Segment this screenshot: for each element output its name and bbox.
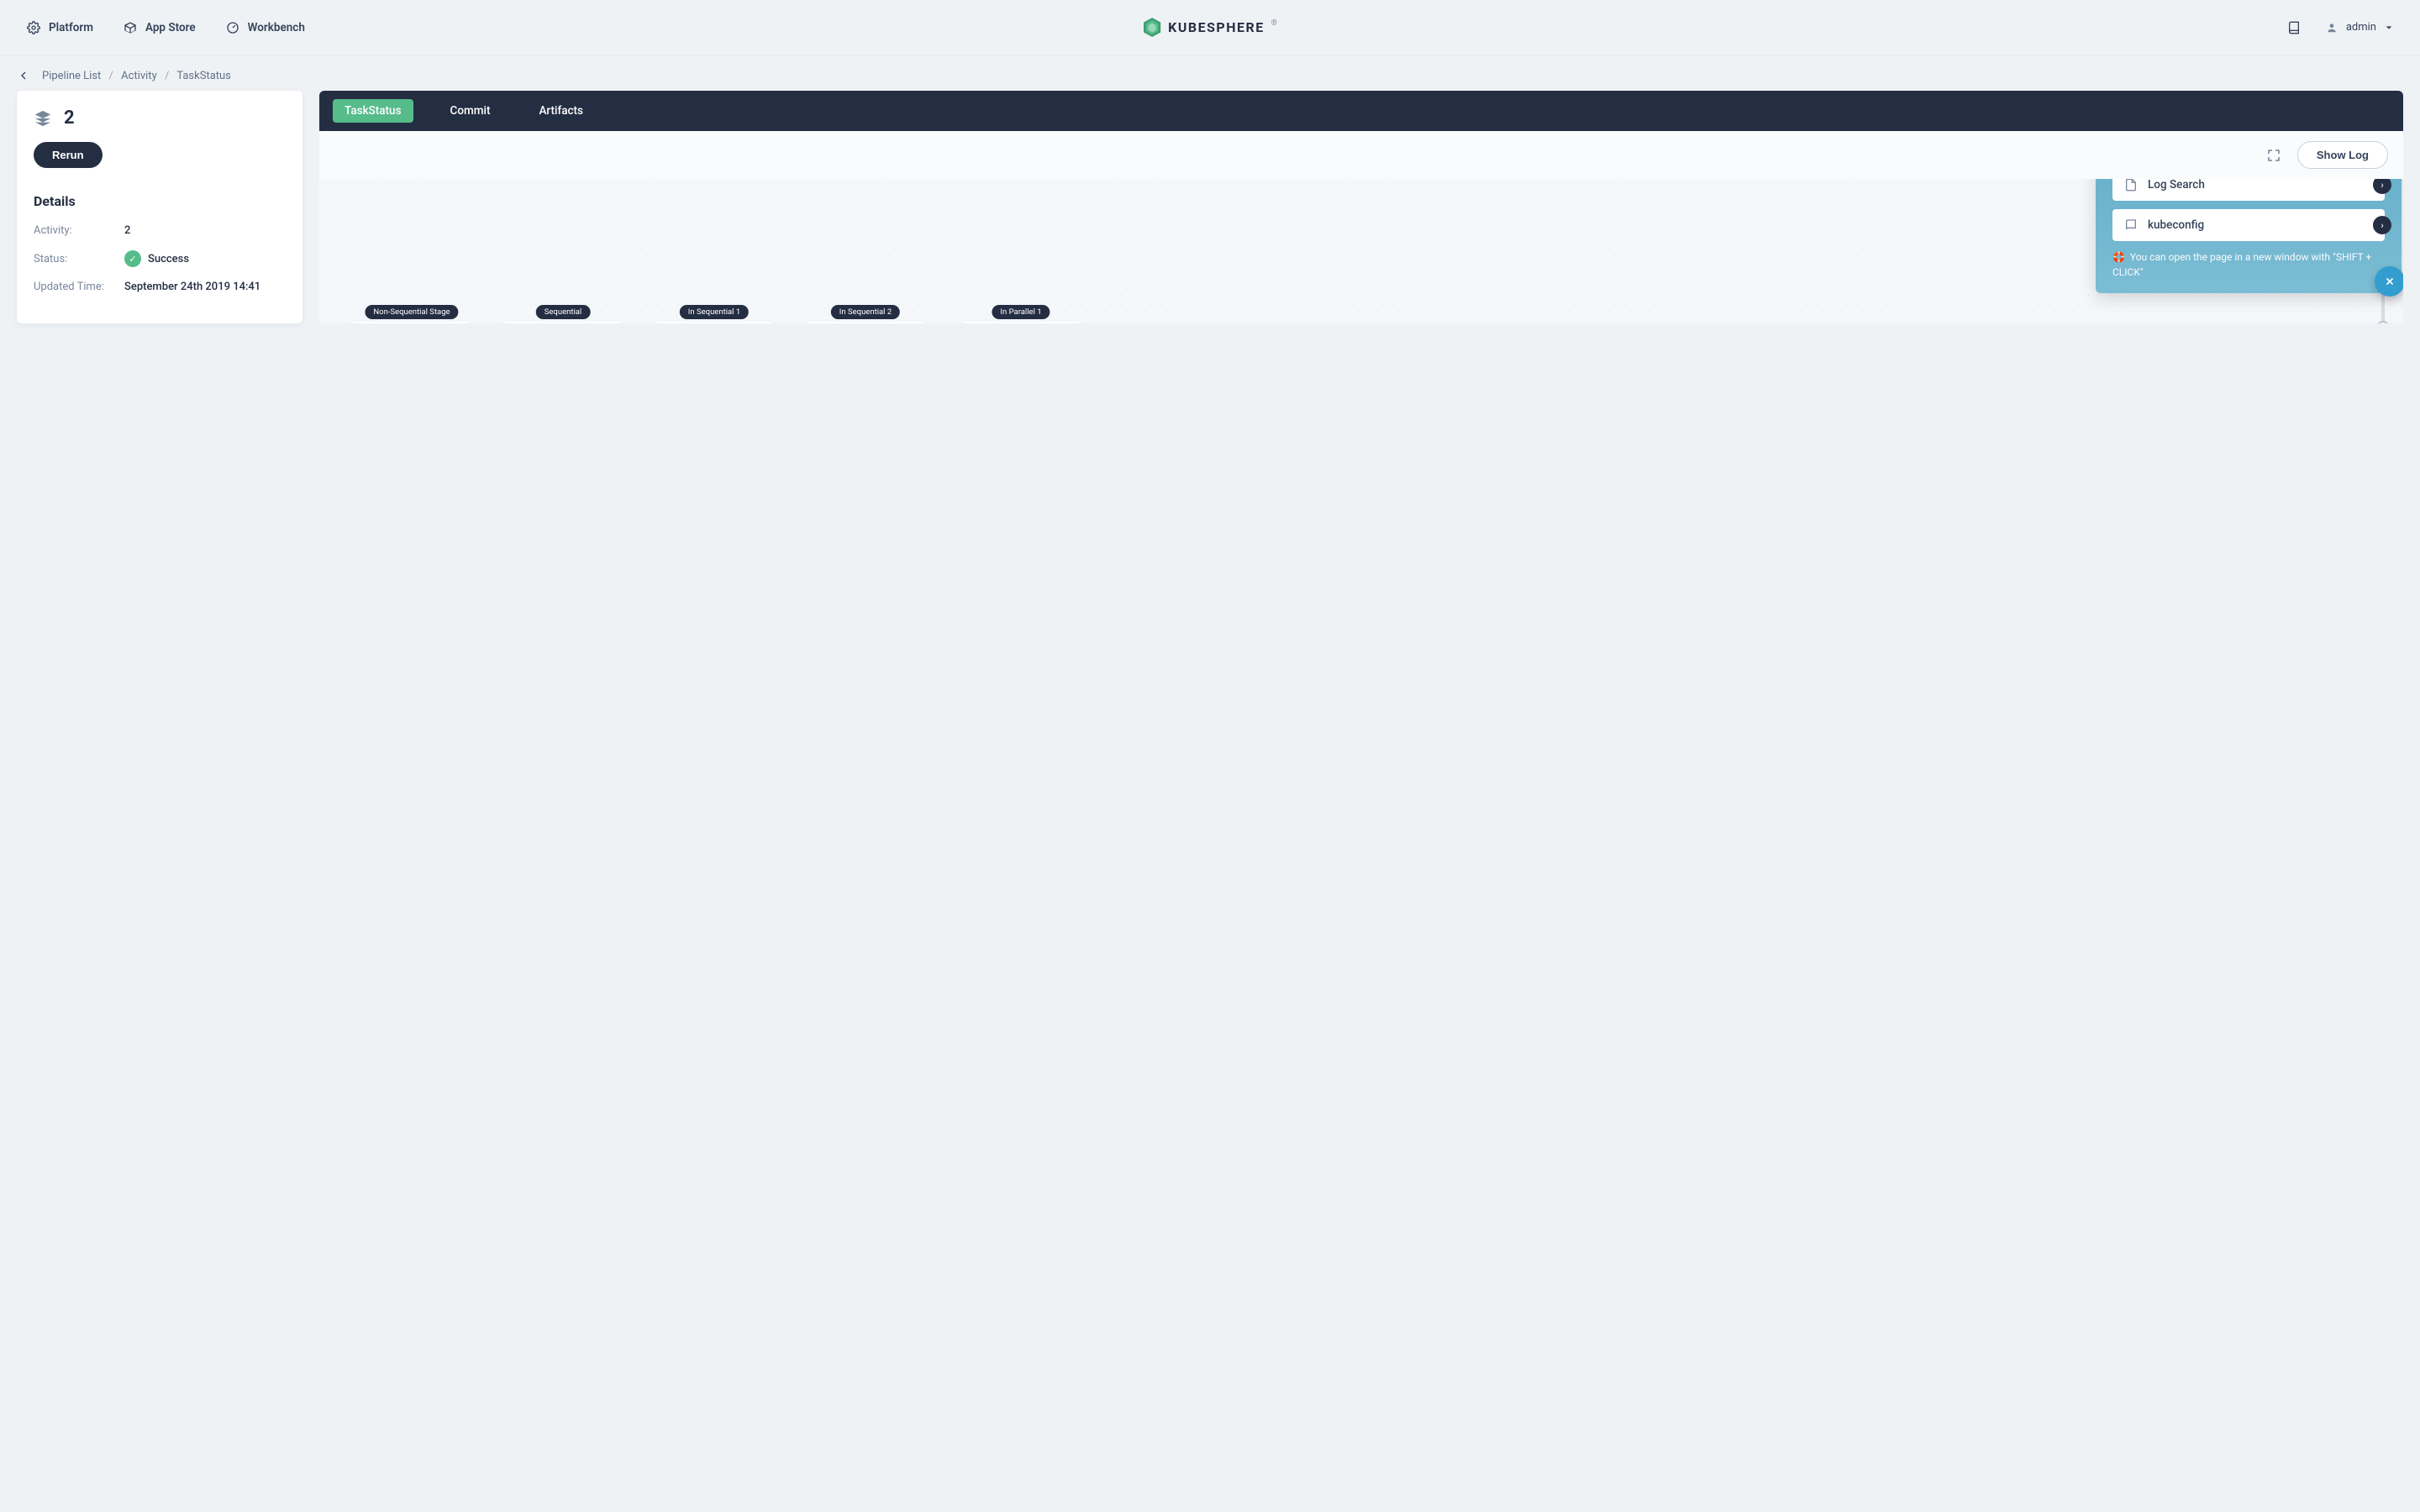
stage-label: In Sequential 1 — [680, 305, 749, 319]
layers-icon — [34, 109, 52, 128]
pipeline-stages: Non-Sequential Stage Task (1 / 1) Succes… — [336, 322, 2319, 323]
detail-status: Status: ✓ Success — [34, 250, 286, 267]
document-icon — [2124, 179, 2138, 192]
task-card[interactable]: Task (1 / 1) Success — [655, 322, 773, 323]
nav-appstore[interactable]: App Store — [124, 21, 196, 34]
tab-artifacts[interactable]: Artifacts — [527, 99, 595, 123]
book-icon — [2124, 218, 2138, 232]
detail-updated-label: Updated Time: — [34, 281, 124, 293]
nav-appstore-label: App Store — [145, 21, 196, 34]
tab-bar: TaskStatus Commit Artifacts — [319, 91, 2403, 131]
tool-log-search[interactable]: Log Search › — [2112, 179, 2385, 201]
user-name: admin — [2346, 21, 2376, 34]
fullscreen-icon[interactable] — [2262, 144, 2286, 167]
tool-label: Log Search — [2148, 179, 2205, 192]
detail-updated-value: September 24th 2019 14:41 — [124, 281, 260, 293]
rerun-button[interactable]: Rerun — [34, 142, 103, 168]
nav-workbench[interactable]: Workbench — [226, 21, 305, 34]
canvas-toolbar: Show Log — [319, 131, 2403, 179]
gauge-icon — [226, 21, 239, 34]
detail-activity-label: Activity: — [34, 224, 124, 237]
details-heading: Details — [34, 193, 286, 209]
show-log-button[interactable]: Show Log — [2297, 141, 2388, 169]
chevron-down-icon — [2385, 24, 2393, 32]
header-nav: Platform App Store Workbench — [27, 21, 305, 34]
book-icon[interactable] — [2287, 21, 2301, 34]
nav-workbench-label: Workbench — [248, 21, 305, 34]
task-card[interactable]: Task (1 / 1) Success — [962, 322, 1080, 323]
detail-updated: Updated Time: September 24th 2019 14:41 — [34, 281, 286, 293]
back-icon[interactable] — [17, 69, 30, 82]
brand-text: KUBESPHERE — [1168, 19, 1265, 35]
stage-label: Sequential — [536, 305, 591, 319]
header-right: admin — [2287, 21, 2393, 34]
crumb-pipeline-list[interactable]: Pipeline List — [42, 70, 101, 82]
chevron-right-icon: › — [2373, 179, 2391, 194]
app-header: Platform App Store Workbench KUBESPHERE … — [0, 0, 2420, 55]
details-panel: 2 Rerun Details Activity: 2 Status: ✓ Su… — [17, 91, 302, 323]
run-number: 2 — [64, 108, 75, 129]
toolbox-panel: Toolbox 💡 The toolbox provides log searc… — [2096, 179, 2402, 293]
stage-label: In Sequential 2 — [831, 305, 900, 319]
lifebuoy-icon: 🛟 — [2112, 251, 2125, 263]
detail-status-label: Status: — [34, 253, 124, 265]
app-store-icon — [124, 21, 137, 34]
task-card[interactable]: Task (1 / 1) Success — [353, 322, 471, 323]
stage-label: Non-Sequential Stage — [365, 305, 458, 319]
tab-task-status[interactable]: TaskStatus — [333, 99, 413, 123]
stage-label: In Parallel 1 — [992, 305, 1050, 319]
user-menu[interactable]: admin — [2326, 21, 2393, 34]
brand-logo[interactable]: KUBESPHERE ® — [1143, 18, 1277, 38]
tab-commit[interactable]: Commit — [439, 99, 502, 123]
main-panel: TaskStatus Commit Artifacts Show Log Non… — [319, 91, 2403, 323]
chevron-right-icon: › — [2373, 216, 2391, 234]
task-card[interactable]: Task (1 / 1) Success — [807, 322, 924, 323]
tool-kubeconfig[interactable]: kubeconfig › — [2112, 209, 2385, 241]
task-card[interactable]: Task (4 / 4) Success — [504, 322, 622, 323]
nav-platform-label: Platform — [49, 21, 93, 34]
crumb-taskstatus: TaskStatus — [176, 70, 231, 82]
detail-status-value: Success — [148, 253, 189, 265]
zoom-thumb[interactable] — [2376, 321, 2390, 323]
breadcrumb: Pipeline List / Activity / TaskStatus — [42, 70, 231, 82]
tool-label: kubeconfig — [2148, 218, 2204, 232]
success-check-icon: ✓ — [124, 250, 141, 267]
detail-activity-value: 2 — [124, 224, 130, 237]
page-head: Pipeline List / Activity / TaskStatus — [0, 55, 2420, 91]
toolbox-tip: 🛟 You can open the page in a new window … — [2112, 249, 2385, 280]
crumb-activity[interactable]: Activity — [121, 70, 157, 82]
gear-icon — [27, 21, 40, 34]
user-icon — [2326, 22, 2338, 34]
detail-activity: Activity: 2 — [34, 224, 286, 237]
nav-platform[interactable]: Platform — [27, 21, 93, 34]
pipeline-canvas[interactable]: Non-Sequential Stage Task (1 / 1) Succes… — [319, 179, 2403, 323]
close-toolbox-button[interactable] — [2375, 266, 2403, 297]
